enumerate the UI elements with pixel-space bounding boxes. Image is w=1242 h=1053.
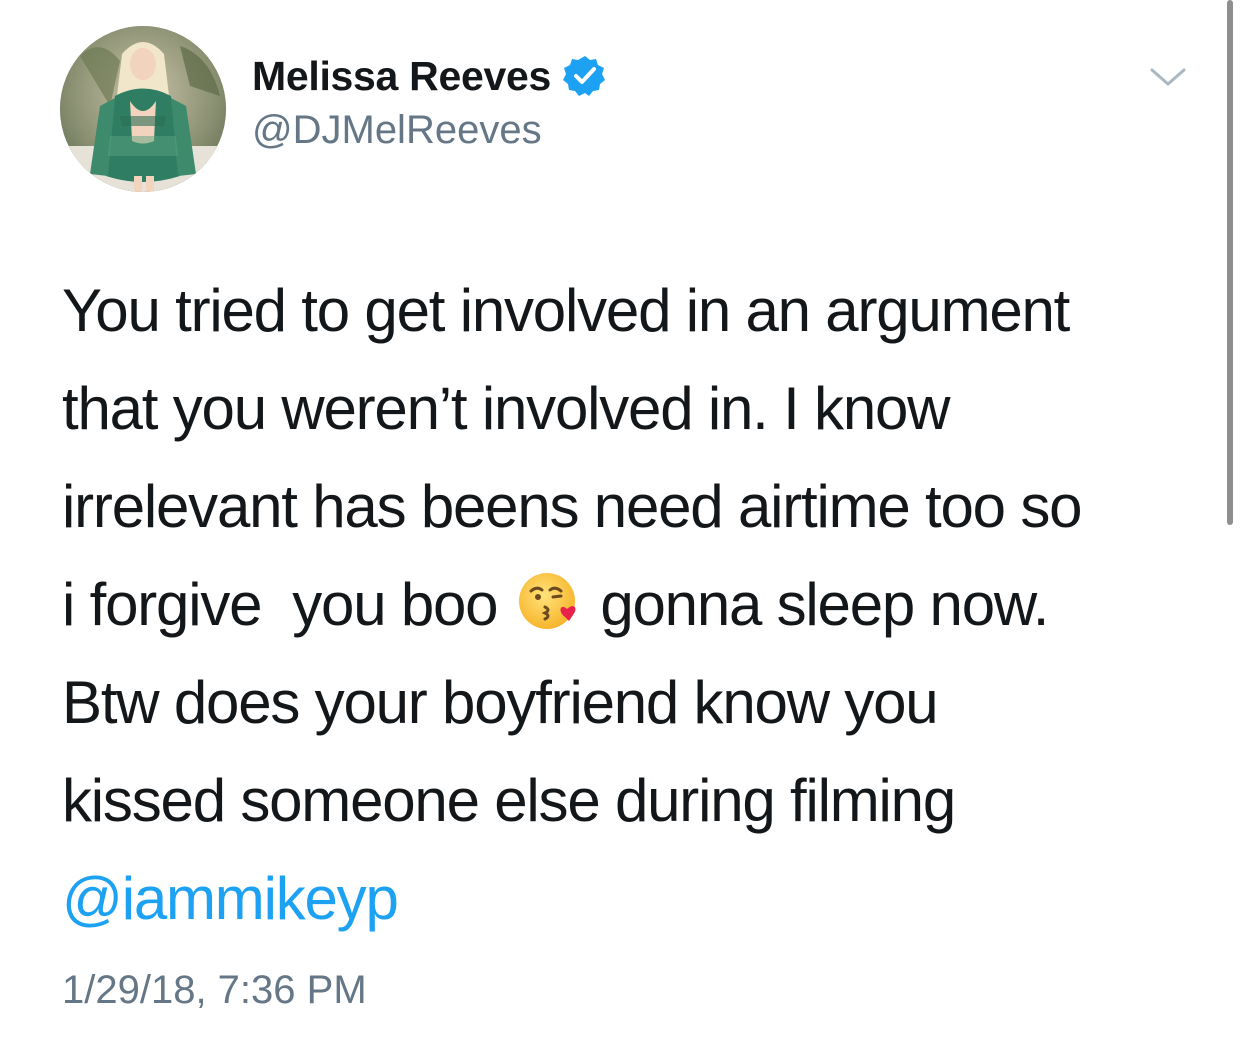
tweet-text-segment: gonna sleep now. (600, 571, 1049, 638)
face-blowing-a-kiss-emoji (518, 573, 576, 629)
tweet-card: Melissa Reeves @DJMelReeves You tried to… (0, 0, 1242, 1053)
scrollbar[interactable] (1227, 0, 1233, 525)
tweet-header: Melissa Reeves @DJMelReeves (252, 50, 607, 153)
tweet-timestamp[interactable]: 1/29/18, 7:36 PM (62, 968, 367, 1013)
avatar[interactable] (60, 26, 226, 192)
tweet-text: You tried to get involved in an argument… (62, 262, 1202, 948)
tweet-text-line: that you weren’t involved in. I know (62, 375, 951, 442)
verified-badge-icon (562, 56, 605, 96)
tweet-text-line: irrelevant has beens need airtime too so (62, 473, 1082, 540)
tweet-text-line: i forgive you boo gonna sleep now. (62, 556, 1202, 654)
tweet-text-line: You tried to get involved in an argument (62, 277, 1070, 344)
avatar-photo (60, 26, 226, 192)
chevron-down-icon[interactable] (1148, 64, 1188, 90)
tweet-text-line: kissed someone else during filming (62, 767, 956, 834)
tweet-text-line: Btw does your boyfriend know you (62, 669, 939, 736)
author-handle[interactable]: @DJMelReeves (252, 108, 607, 153)
display-name[interactable]: Melissa Reeves (252, 53, 551, 100)
tweet-text-segment: i forgive you boo (62, 571, 499, 638)
mention-link[interactable]: @iammikeyp (62, 850, 1202, 948)
name-row: Melissa Reeves (252, 50, 607, 102)
